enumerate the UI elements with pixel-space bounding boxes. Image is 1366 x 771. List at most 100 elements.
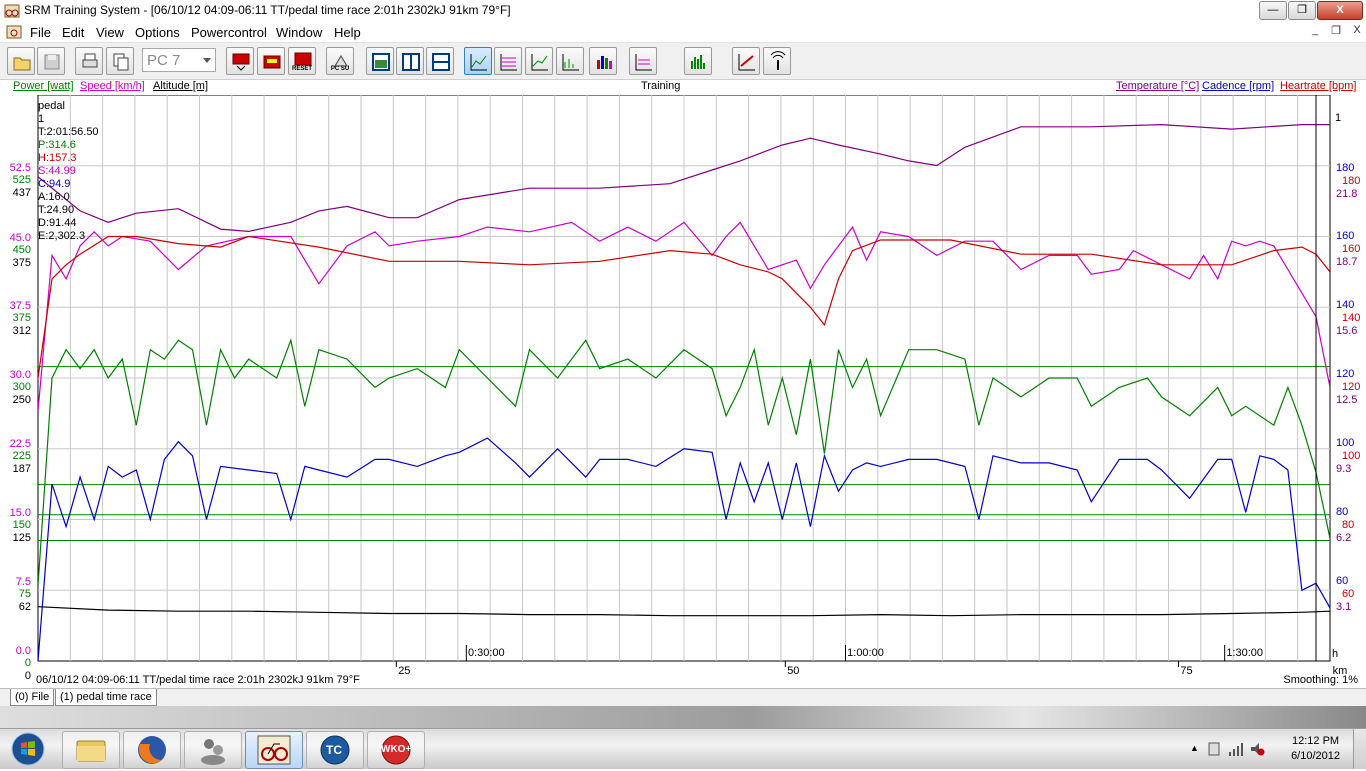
mdi-close-button[interactable]: X <box>1348 24 1366 36</box>
srm-icon <box>257 735 291 765</box>
menu-window[interactable]: Window <box>276 25 322 40</box>
line-chart-button[interactable] <box>464 47 492 75</box>
cursor-info-line: P:314.6 <box>38 139 76 151</box>
cursor-info-line: A:16.0 <box>38 191 70 203</box>
taskbar-wko[interactable]: WKO+ <box>367 731 425 769</box>
clock[interactable]: 12:12 PM 6/10/2012 <box>1291 734 1340 764</box>
cadence-axis-tick: 60 <box>1336 575 1348 587</box>
cadence-axis-tick: 80 <box>1336 506 1348 518</box>
taskbar-firefox[interactable] <box>123 731 181 769</box>
pc-device-icon <box>263 55 281 69</box>
pc-setup-button[interactable]: PC SU <box>326 47 354 75</box>
volume-muted-icon[interactable] <box>1249 741 1265 757</box>
firefox-icon <box>138 736 166 764</box>
altitude-axis-tick: 62 <box>19 601 31 613</box>
window-view-2-button[interactable] <box>396 47 424 75</box>
menu-edit[interactable]: Edit <box>62 25 84 40</box>
histogram-button[interactable] <box>684 47 712 75</box>
zone-chart-icon <box>531 54 548 71</box>
taskbar-srm[interactable] <box>245 731 303 769</box>
wireless-button[interactable] <box>763 47 791 75</box>
multi-line-chart-button[interactable] <box>494 47 522 75</box>
time-axis-unit: h <box>1332 648 1338 660</box>
close-button[interactable]: X <box>1317 1 1363 20</box>
status-left: 06/10/12 04:09-06:11 TT/pedal time race … <box>36 674 360 686</box>
tab-file[interactable]: (0) File <box>10 689 55 706</box>
document-tabs: (0) File (1) pedal time race <box>0 688 1366 707</box>
reset-button[interactable]: RESET <box>288 47 316 75</box>
cursor-info-line: T:2:01:56.50 <box>38 126 99 138</box>
summary-chart-button[interactable] <box>629 47 657 75</box>
save-disk-icon <box>44 54 60 70</box>
split-horizontal-icon <box>432 53 450 71</box>
heartrate-axis-tick: 80 <box>1342 519 1354 531</box>
show-desktop-button[interactable] <box>1353 729 1366 769</box>
copy-button[interactable] <box>106 47 134 75</box>
cadence-axis-tick: 120 <box>1336 368 1354 380</box>
power-axis-tick: 150 <box>13 519 31 531</box>
menu-help[interactable]: Help <box>334 25 361 40</box>
temperature-axis-tick: 3.1 <box>1336 601 1351 613</box>
temperature-axis-tick: 9.3 <box>1336 463 1351 475</box>
document-icon[interactable] <box>6 24 22 40</box>
start-button[interactable] <box>2 731 54 767</box>
heartrate-axis-tick: 180 <box>1342 175 1360 187</box>
cursor-info-line: H:157.3 <box>38 152 77 164</box>
altitude-axis-tick: 312 <box>13 325 31 337</box>
window-view-3-button[interactable] <box>426 47 454 75</box>
open-button[interactable] <box>7 47 35 75</box>
legend-altitude: Altitude [m] <box>153 80 209 92</box>
split-vertical-icon <box>402 53 420 71</box>
device-icon[interactable] <box>1207 741 1221 757</box>
power-axis-tick: 525 <box>13 174 31 186</box>
menu-view[interactable]: View <box>96 25 124 40</box>
time-axis-tick: 1:00:00 <box>847 647 884 659</box>
pc-selector[interactable]: PC 7 <box>142 48 216 72</box>
show-hidden-icons-icon[interactable]: ▲ <box>1190 743 1199 753</box>
training-chart-svg[interactable]: 52.552543745.045037537.537531230.0300250… <box>0 95 1366 691</box>
toolbar: PC 7 RESET PC SU <box>0 43 1366 80</box>
plot-label: Training <box>641 80 681 92</box>
tab-pedal-time-race[interactable]: (1) pedal time race <box>55 689 157 706</box>
time-axis-tick: 0:30:00 <box>468 647 505 659</box>
mdi-restore-button[interactable]: ❐ <box>1327 24 1345 37</box>
save-button[interactable] <box>37 47 65 75</box>
speed-axis-tick: 22.5 <box>10 438 31 450</box>
temperature-axis-tick: 6.2 <box>1336 532 1351 544</box>
bar-chart-button[interactable] <box>589 47 617 75</box>
print-button[interactable] <box>75 47 103 75</box>
zone-chart-button[interactable] <box>525 47 553 75</box>
speed-axis-tick: 15.0 <box>10 507 31 519</box>
folder-icon <box>76 740 106 762</box>
minimize-button[interactable]: — <box>1259 1 1287 20</box>
window-title: SRM Training System - [06/10/12 04:09-06… <box>24 3 511 17</box>
window-view-1-button[interactable] <box>366 47 394 75</box>
download-pc-button[interactable] <box>226 47 254 75</box>
people-icon <box>201 739 225 765</box>
menu-powercontrol[interactable]: Powercontrol <box>191 25 267 40</box>
speed-axis-tick: 0.0 <box>16 645 31 657</box>
pc-settings-button[interactable] <box>257 47 285 75</box>
speed-axis-tick: 52.5 <box>10 162 31 174</box>
network-signal-icon[interactable] <box>1228 741 1244 757</box>
menu-file[interactable]: File <box>30 25 51 40</box>
mdi-minimize-button[interactable]: _ <box>1306 24 1324 36</box>
cursor-info-line: T:24.90 <box>38 204 74 216</box>
right-axis-top-label: 1 <box>1335 112 1341 124</box>
speed-axis-tick: 45.0 <box>10 232 31 244</box>
scatter-plot-button[interactable] <box>732 47 760 75</box>
window-layout-icon <box>372 53 390 71</box>
cursor-info-line: pedal <box>38 100 65 112</box>
training-chart[interactable]: 52.5 525 437 45.0 450 375 37.5 375 312 30.0 300 250… <box>0 95 1366 691</box>
maximize-button[interactable]: ❐ <box>1288 1 1316 20</box>
power-axis-tick: 75 <box>19 588 31 600</box>
cursor-info-line: D:91.44 <box>38 217 77 229</box>
taskbar-trainingpeaks[interactable]: TC <box>306 731 364 769</box>
menu-options[interactable]: Options <box>135 25 180 40</box>
interval-chart-button[interactable] <box>556 47 584 75</box>
antenna-icon <box>770 51 786 70</box>
legend-speed: Speed [km/h] <box>80 80 145 92</box>
cadence-axis-tick: 160 <box>1336 230 1354 242</box>
taskbar-explorer[interactable] <box>62 731 120 769</box>
taskbar-messenger[interactable] <box>184 731 242 769</box>
